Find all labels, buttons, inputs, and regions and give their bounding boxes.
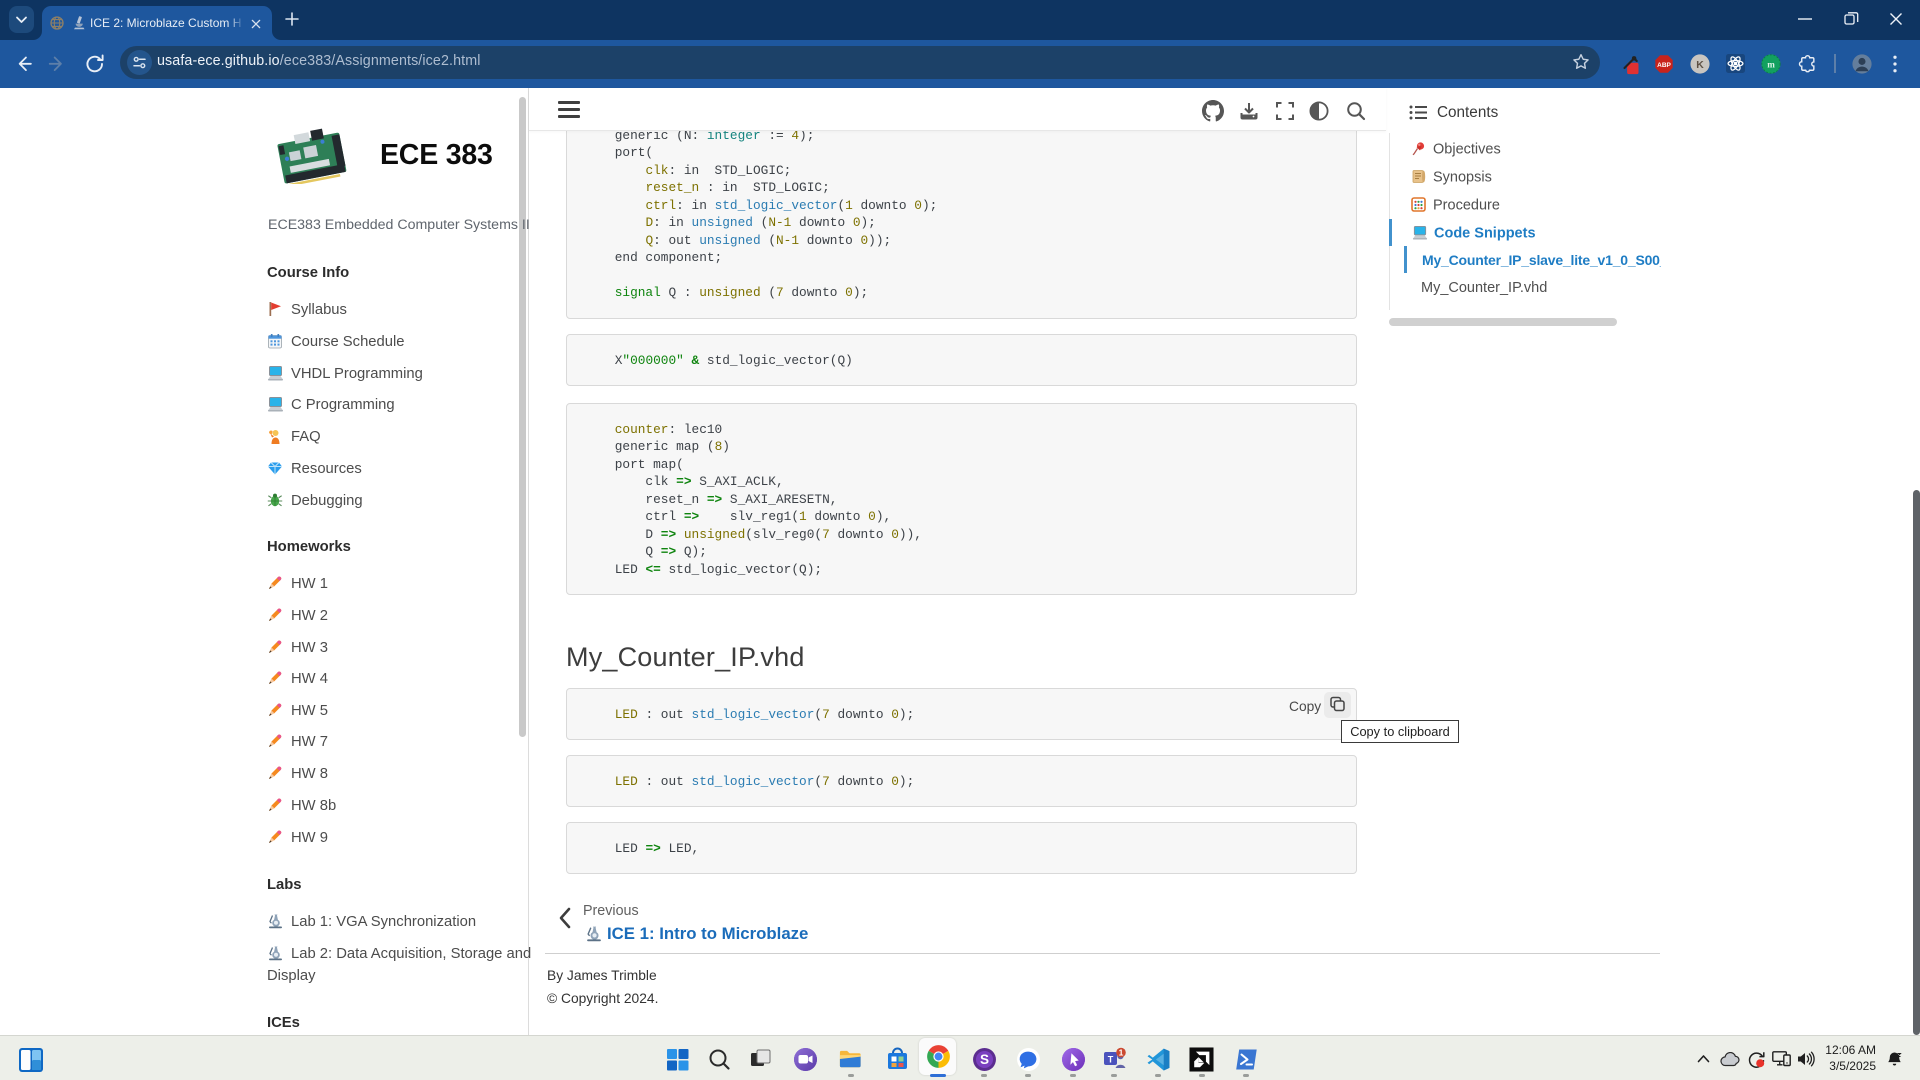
svg-text:ABP: ABP — [1657, 62, 1671, 69]
svg-text:T: T — [1108, 1055, 1114, 1065]
svg-text:K: K — [1696, 60, 1704, 71]
svg-text:m: m — [1767, 59, 1775, 69]
svg-text:1: 1 — [1119, 1048, 1124, 1058]
svg-text:S: S — [980, 1052, 989, 1067]
